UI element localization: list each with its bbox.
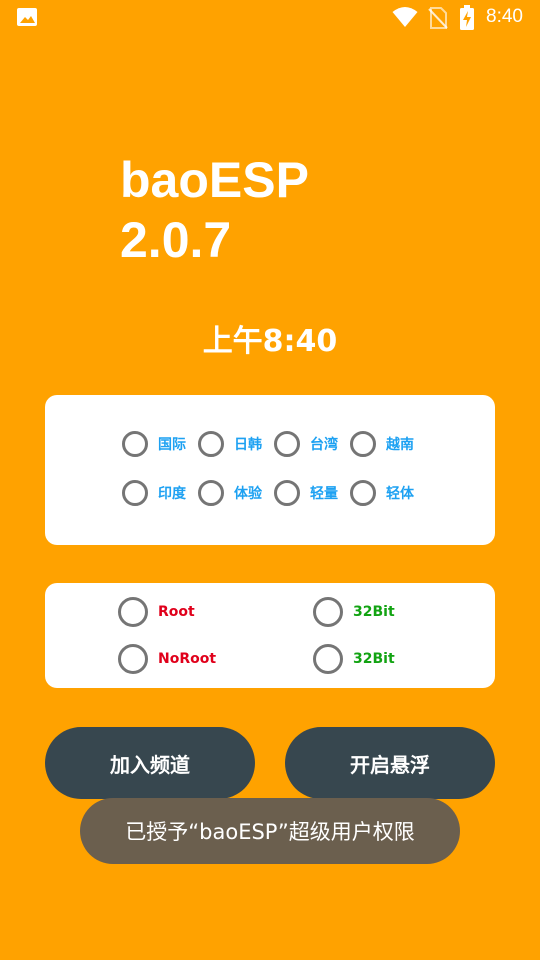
radio-button[interactable] (118, 644, 148, 674)
region-option-vietnam[interactable]: 越南 (350, 431, 414, 457)
radio-button[interactable] (122, 480, 148, 506)
region-option-label: 越南 (386, 437, 414, 453)
mode-option-32bit[interactable]: 32Bit (313, 597, 395, 627)
mode-option-root[interactable]: Root (118, 597, 195, 627)
clock-text: 上午8:40 (202, 324, 338, 359)
mode-card: Root 32Bit NoRoot 32Bit (45, 583, 495, 688)
region-option-light[interactable]: 轻体 (350, 480, 414, 506)
mode-option-noroot[interactable]: NoRoot (118, 644, 216, 674)
mode-option-label: 32Bit (353, 604, 395, 620)
status-time: 8:40 (486, 6, 523, 27)
region-option-lite[interactable]: 轻量 (274, 480, 338, 506)
toast-message: 已授予“baoESP”超级用户权限 (80, 798, 460, 864)
region-option-label: 轻体 (386, 486, 414, 502)
radio-button[interactable] (313, 644, 343, 674)
region-option-india[interactable]: 印度 (122, 480, 186, 506)
region-option-label: 轻量 (310, 486, 338, 502)
mode-option-32bit-2[interactable]: 32Bit (313, 644, 395, 674)
wifi-icon (392, 7, 418, 27)
join-channel-button[interactable]: 加入频道 (45, 727, 255, 799)
image-icon (17, 8, 37, 26)
open-float-button[interactable]: 开启悬浮 (285, 727, 495, 799)
region-option-label: 台湾 (310, 437, 338, 453)
mode-option-label: Root (158, 604, 195, 620)
region-option-label: 国际 (158, 437, 186, 453)
radio-button[interactable] (118, 597, 148, 627)
region-option-japan-korea[interactable]: 日韩 (198, 431, 262, 457)
radio-button[interactable] (198, 431, 224, 457)
radio-button[interactable] (350, 431, 376, 457)
radio-button[interactable] (122, 431, 148, 457)
radio-button[interactable] (313, 597, 343, 627)
app-title: baoESP 2.0.7 (120, 152, 309, 268)
region-option-taiwan[interactable]: 台湾 (274, 431, 338, 457)
region-option-international[interactable]: 国际 (122, 431, 186, 457)
region-option-label: 体验 (234, 486, 262, 502)
radio-button[interactable] (274, 480, 300, 506)
region-option-trial[interactable]: 体验 (198, 480, 262, 506)
no-sim-icon (428, 7, 448, 29)
status-bar: 8:40 (0, 0, 540, 36)
region-option-label: 印度 (158, 486, 186, 502)
battery-charging-icon (460, 5, 474, 30)
radio-button[interactable] (350, 480, 376, 506)
mode-option-label: NoRoot (158, 651, 217, 667)
region-card: 国际 日韩 台湾 越南 印度 体验 轻量 轻体 (45, 395, 495, 545)
region-option-label: 日韩 (234, 437, 262, 453)
radio-button[interactable] (198, 480, 224, 506)
mode-option-label: 32Bit (353, 651, 395, 667)
radio-button[interactable] (274, 431, 300, 457)
